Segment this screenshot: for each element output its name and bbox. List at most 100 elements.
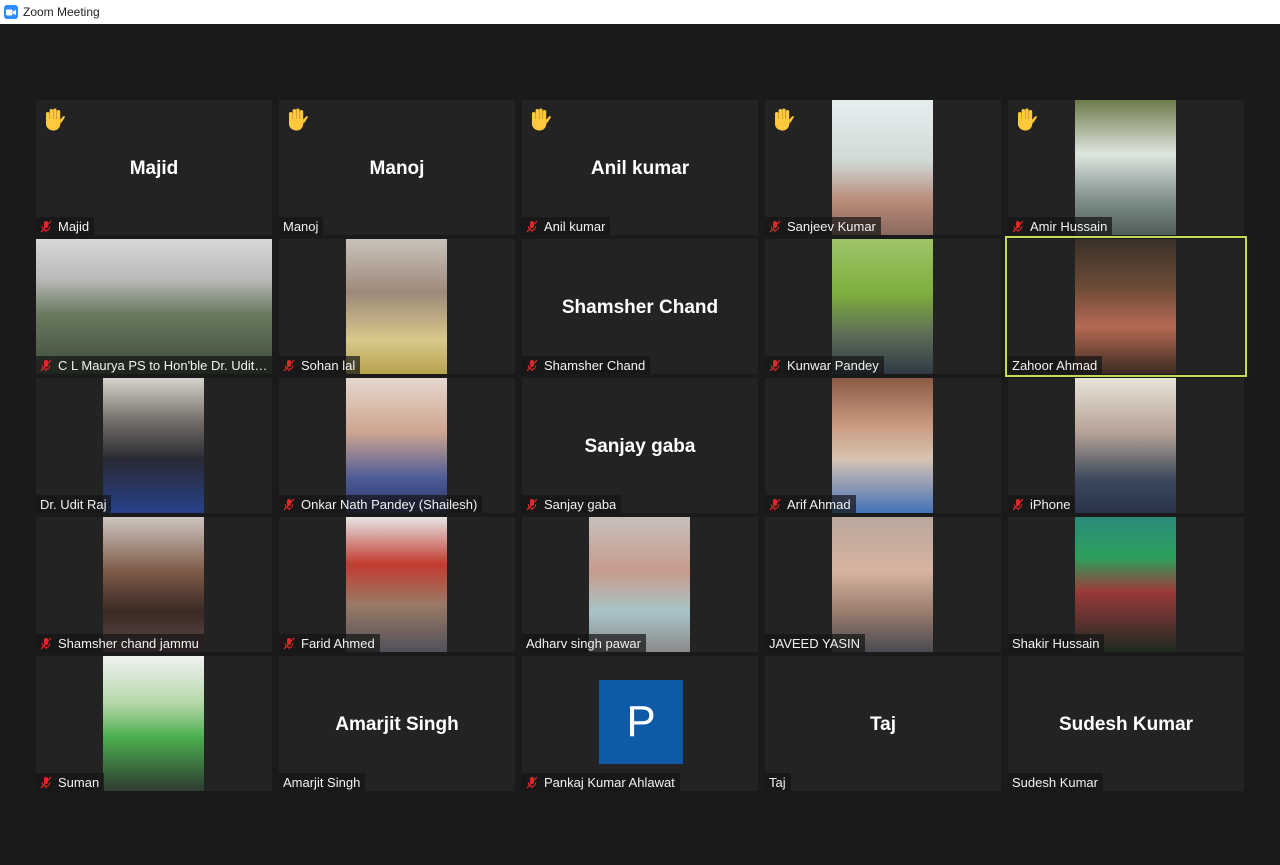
participant-name-label: Dr. Udit Raj	[36, 495, 112, 513]
participant-tile[interactable]: Sohan lal	[279, 239, 515, 374]
participant-tile[interactable]: Onkar Nath Pandey (Shailesh)	[279, 378, 515, 513]
participant-video	[832, 239, 933, 374]
participant-tile[interactable]: Kunwar Pandey	[765, 239, 1001, 374]
participant-name-label: Majid	[36, 217, 95, 235]
participant-display-name: Majid	[129, 158, 179, 179]
participant-tile[interactable]: Amir Hussain	[1008, 100, 1244, 235]
participant-tile[interactable]: Manoj Manoj	[279, 100, 515, 235]
title-bar: Zoom Meeting	[0, 0, 1280, 24]
participant-tile[interactable]: Anil kumar Anil kumar	[522, 100, 758, 235]
muted-mic-icon	[526, 776, 538, 788]
participant-name: Adharv singh pawar	[526, 635, 641, 651]
participant-tile[interactable]: C L Maurya PS to Hon'ble Dr. Udit ...	[36, 239, 272, 374]
participant-video	[832, 378, 933, 513]
participant-video	[1075, 100, 1176, 235]
raised-hand-icon	[46, 108, 65, 131]
participant-name-label: Suman	[36, 773, 105, 791]
participant-tile[interactable]: Shakir Hussain	[1008, 517, 1244, 652]
participant-tile[interactable]: Farid Ahmed	[279, 517, 515, 652]
participant-name-label: Onkar Nath Pandey (Shailesh)	[279, 495, 483, 513]
participant-display-name: Taj	[869, 714, 897, 735]
participant-name-label: Amir Hussain	[1008, 217, 1113, 235]
participant-video	[832, 100, 933, 235]
participant-name-label: Farid Ahmed	[279, 634, 380, 652]
participant-display-name: Sanjay gaba	[584, 436, 696, 457]
participant-name-label: Shamsher Chand	[522, 356, 651, 374]
participant-video	[103, 517, 204, 652]
participant-name-label: Adharv singh pawar	[522, 634, 646, 652]
participant-name: Sudesh Kumar	[1012, 774, 1098, 790]
participant-display-name: Amarjit Singh	[335, 714, 459, 735]
participant-name: iPhone	[1030, 496, 1071, 512]
participant-name-label: Sanjeev Kumar	[765, 217, 881, 235]
participant-tile[interactable]: Amarjit Singh Amarjit Singh	[279, 656, 515, 791]
participant-video	[346, 239, 447, 374]
muted-mic-icon	[1012, 220, 1024, 232]
participant-name: Shamsher Chand	[544, 357, 646, 373]
muted-mic-icon	[283, 498, 295, 510]
participant-name-label: Kunwar Pandey	[765, 356, 884, 374]
participant-name: Farid Ahmed	[301, 635, 375, 651]
raised-hand-icon	[775, 108, 794, 131]
participant-tile[interactable]: Adharv singh pawar	[522, 517, 758, 652]
participant-tile[interactable]: Suman	[36, 656, 272, 791]
participant-tile[interactable]: Arif Ahmad	[765, 378, 1001, 513]
participant-display-name: Sudesh Kumar	[1058, 714, 1194, 735]
participant-name: Taj	[769, 774, 786, 790]
participant-tile[interactable]: Shamsher Chand Shamsher Chand	[522, 239, 758, 374]
participant-video	[1075, 239, 1176, 374]
participant-name: Shakir Hussain	[1012, 635, 1100, 651]
participant-name-label: Anil kumar	[522, 217, 611, 235]
participant-video	[346, 517, 447, 652]
participant-name-label: C L Maurya PS to Hon'ble Dr. Udit ...	[36, 356, 272, 374]
participant-video	[589, 517, 690, 652]
participant-tile[interactable]: Sanjay gaba Sanjay gaba	[522, 378, 758, 513]
participant-tile[interactable]: P Pankaj Kumar Ahlawat	[522, 656, 758, 791]
participant-name-label: Sanjay gaba	[522, 495, 622, 513]
participant-name-label: Sohan lal	[279, 356, 361, 374]
participant-name: Zahoor Ahmad	[1012, 357, 1098, 373]
participant-display-name: Shamsher Chand	[561, 297, 719, 318]
participant-name-label: Pankaj Kumar Ahlawat	[522, 773, 680, 791]
participant-tile[interactable]: Majid Majid	[36, 100, 272, 235]
raised-hand-icon	[1018, 108, 1037, 131]
participant-tile[interactable]: Zahoor Ahmad	[1005, 236, 1247, 377]
participant-name: C L Maurya PS to Hon'ble Dr. Udit ...	[58, 357, 268, 373]
muted-mic-icon	[769, 220, 781, 232]
muted-mic-icon	[40, 220, 52, 232]
muted-mic-icon	[40, 776, 52, 788]
participant-tile[interactable]: Shamsher chand jammu	[36, 517, 272, 652]
participant-name-label: Shamsher chand jammu	[36, 634, 204, 652]
muted-mic-icon	[526, 359, 538, 371]
participant-tile[interactable]: iPhone	[1008, 378, 1244, 513]
participant-tile[interactable]: Sudesh Kumar Sudesh Kumar	[1008, 656, 1244, 791]
participant-video	[346, 378, 447, 513]
participant-tile[interactable]: Taj Taj	[765, 656, 1001, 791]
participant-video	[1075, 517, 1176, 652]
window-title: Zoom Meeting	[23, 5, 100, 19]
muted-mic-icon	[769, 498, 781, 510]
participant-name: Arif Ahmad	[787, 496, 851, 512]
participant-name: Suman	[58, 774, 100, 790]
participant-name: Sanjay gaba	[544, 496, 617, 512]
participant-name: Dr. Udit Raj	[40, 496, 107, 512]
participant-name: JAVEED YASIN	[769, 635, 861, 651]
participant-name-label: Amarjit Singh	[279, 773, 366, 791]
muted-mic-icon	[40, 637, 52, 649]
participant-video	[36, 239, 272, 374]
muted-mic-icon	[1012, 498, 1024, 510]
participant-tile[interactable]: Dr. Udit Raj	[36, 378, 272, 513]
participant-name-label: Taj	[765, 773, 791, 791]
participant-tile[interactable]: JAVEED YASIN	[765, 517, 1001, 652]
profile-avatar: P	[599, 680, 683, 764]
participant-video	[1075, 378, 1176, 513]
participant-name: Kunwar Pandey	[787, 357, 879, 373]
participant-name-label: Manoj	[279, 217, 324, 235]
zoom-app-icon	[4, 5, 18, 19]
participant-name: Sohan lal	[301, 357, 356, 373]
participant-name: Amarjit Singh	[283, 774, 361, 790]
participant-name-label: JAVEED YASIN	[765, 634, 866, 652]
participant-name: Sanjeev Kumar	[787, 218, 876, 234]
participant-tile[interactable]: Sanjeev Kumar	[765, 100, 1001, 235]
participant-name: Manoj	[283, 218, 319, 234]
